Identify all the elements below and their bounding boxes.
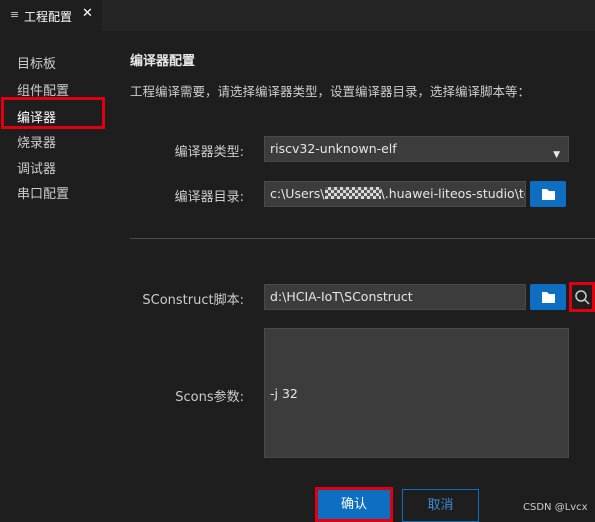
compiler-dir-suffix: \.huawei-liteos-studio\tools\hi3 <box>380 186 525 201</box>
sconstruct-label: SConstruct脚本: <box>142 293 244 308</box>
section-description: 工程编译需要，请选择编译器类型，设置编译器目录，选择编译脚本等： <box>130 84 531 99</box>
dropdown-arrow-icon: ▼ <box>553 150 560 160</box>
redacted-username <box>324 187 381 199</box>
sidebar-item-burner[interactable]: 烧录器 <box>17 132 56 151</box>
folder-icon <box>542 292 555 303</box>
scons-args-value: -j 32 <box>270 386 298 401</box>
compiler-type-label: 编译器类型: <box>174 145 244 160</box>
sidebar-item-serial-config[interactable]: 串口配置 <box>17 183 69 202</box>
confirm-button[interactable]: 确认 <box>315 487 393 522</box>
scons-args-textarea[interactable]: -j 32 <box>264 328 569 458</box>
section-title: 编译器配置 <box>130 54 196 69</box>
compiler-type-value: riscv32-unknown-elf <box>270 141 397 156</box>
browse-sconstruct-button[interactable] <box>530 284 566 310</box>
search-icon <box>575 290 590 305</box>
section-divider <box>130 238 595 239</box>
compiler-dir-input[interactable]: c:\Users\ \.huawei-liteos-studio\tools\hi… <box>264 181 526 207</box>
sidebar-highlight-box <box>1 97 105 129</box>
tab-project-config[interactable]: ≡ 工程配置 ✕ <box>0 0 102 31</box>
menu-icon: ≡ <box>10 8 20 21</box>
compiler-dir-prefix: c:\Users\ <box>270 186 325 201</box>
compiler-type-select[interactable]: riscv32-unknown-elf ▼ <box>264 136 569 162</box>
cancel-button[interactable]: 取消 <box>402 489 479 522</box>
sconstruct-input[interactable]: d:\HCIA-IoT\SConstruct <box>264 284 526 310</box>
browse-compiler-dir-button[interactable] <box>530 181 566 207</box>
tab-title: 工程配置 <box>24 10 73 24</box>
sidebar-item-target-board[interactable]: 目标板 <box>17 53 56 72</box>
search-sconstruct-button[interactable] <box>569 282 595 312</box>
sidebar-item-debugger[interactable]: 调试器 <box>17 158 56 177</box>
tab-bar: ≡ 工程配置 ✕ <box>0 0 595 31</box>
scons-args-label: Scons参数: <box>175 390 244 405</box>
watermark: CSDN @Lvcx <box>523 502 588 513</box>
sconstruct-value: d:\HCIA-IoT\SConstruct <box>270 289 413 304</box>
compiler-dir-label: 编译器目录: <box>174 190 244 205</box>
close-icon[interactable]: ✕ <box>82 6 93 21</box>
folder-icon <box>542 189 555 200</box>
